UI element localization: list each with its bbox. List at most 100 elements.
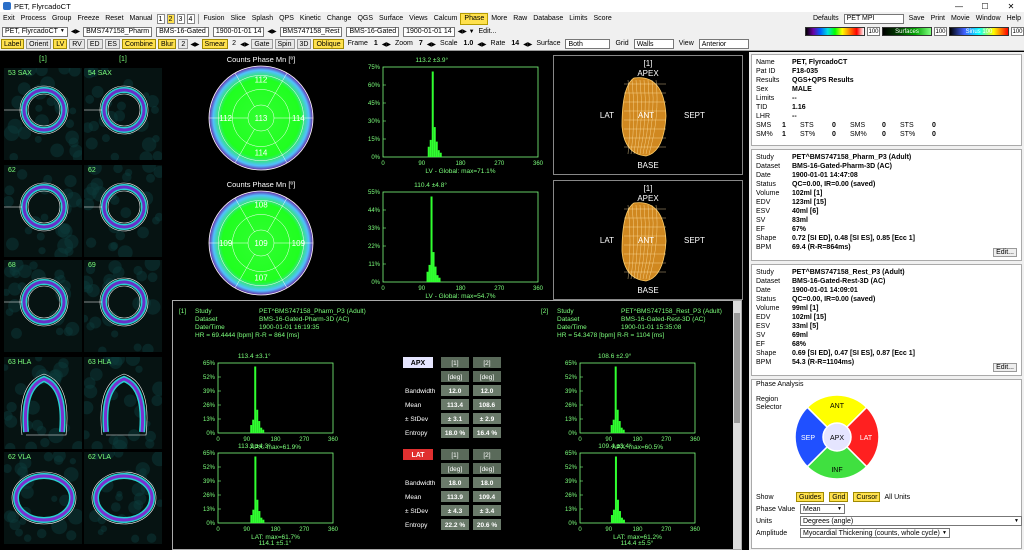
colorbar-1-value[interactable]: 100 [867,27,880,36]
layout-4-button[interactable]: 4 [187,14,195,24]
defaults-combo[interactable]: PET MPI [844,14,904,24]
toggle-lv[interactable]: LV [53,39,67,49]
arrows-icon[interactable]: ◀▶ [267,28,276,35]
spin-button[interactable]: Spin [275,39,295,49]
menu-qps[interactable]: QPS [276,13,297,25]
3d-view-2[interactable]: [1] APEX LAT ANT SEPT BASE [553,180,743,300]
polar-map-1[interactable]: 113 112 112 114 114 [196,55,326,175]
menu-database[interactable]: Database [530,13,566,25]
close-button[interactable]: ✕ [998,0,1024,12]
edit-study1-button[interactable]: Edit... [993,248,1017,257]
colorbar-2-value[interactable]: 100 [934,27,947,36]
surface-combo[interactable]: Both [565,39,610,49]
toggle-ed[interactable]: ED [87,39,103,49]
arrows-icon[interactable]: ◀▶ [382,41,391,48]
phase-value-combo[interactable]: Mean ▼ [800,504,845,514]
dataset2-combo[interactable]: BMS-16-Gated [346,27,399,37]
menu-reset[interactable]: Reset [102,13,126,25]
colorbar-2[interactable]: Surfaces [882,27,932,36]
arrows-icon[interactable]: ◀▶ [427,41,436,48]
menu-help[interactable]: Help [1004,13,1024,25]
slice-image[interactable]: 53 SAX [4,68,82,160]
arrows-icon[interactable]: ◀▶ [240,41,249,48]
toggle-es[interactable]: ES [105,39,120,49]
maximize-button[interactable]: ☐ [972,0,998,12]
study1-combo[interactable]: BMS747158_Pharm [83,27,152,37]
layout-3-button[interactable]: 3 [177,14,185,24]
menu-exit[interactable]: Exit [0,13,18,25]
grid-combo[interactable]: Walls [634,39,674,49]
menu-process[interactable]: Process [18,13,49,25]
menu-slice[interactable]: Slice [228,13,249,25]
menu-change[interactable]: Change [324,13,355,25]
patient-combo[interactable]: PET, FlyrcadoCT ▼ [2,27,68,37]
toggle-2[interactable]: 2 [178,39,188,49]
toggle-label[interactable]: Label [1,39,24,49]
menu-splash[interactable]: Splash [249,13,276,25]
region-selector-wheel[interactable]: ANT LAT INF SEP APX [792,392,882,482]
3d-button[interactable]: 3D [297,39,312,49]
toggle-blur[interactable]: Blur [158,39,176,49]
slice-image[interactable]: 62 VLA [4,452,82,544]
slice-image[interactable]: 63 HLA [84,357,162,449]
view-combo[interactable]: Anterior [699,39,749,49]
colorbar-3-value[interactable]: 100 [1011,27,1024,36]
arrows-icon[interactable]: ◀▶ [477,41,486,48]
toggle-orient[interactable]: Orient [26,39,51,49]
slice-image[interactable]: 69 [84,260,162,352]
menu-save[interactable]: Save [906,13,928,25]
menu-raw[interactable]: Raw [510,13,530,25]
colorbar-1[interactable] [805,27,865,36]
polar-map-2[interactable]: 109 108 109 109 107 [196,180,326,300]
arrows-icon[interactable]: ◀▶ [190,41,199,48]
edit-study2-button[interactable]: Edit... [993,363,1017,372]
menu-freeze[interactable]: Freeze [74,13,102,25]
date2-combo[interactable]: 1900-01-01 14 [403,27,455,37]
date1-combo[interactable]: 1900-01-01 14 [213,27,265,37]
menu-limits[interactable]: Limits [566,13,590,25]
show-cursor-button[interactable]: Cursor [853,492,880,502]
smear-button[interactable]: Smear [202,39,229,49]
gate-button[interactable]: Gate [251,39,272,49]
menu-movie[interactable]: Movie [948,13,973,25]
units-combo[interactable]: Degrees (angle) ▼ [800,516,1022,526]
menu-print[interactable]: Print [928,13,948,25]
menu-surface[interactable]: Surface [376,13,406,25]
show-guides-button[interactable]: Guides [796,492,824,502]
arrows-icon[interactable]: ◀▶ [523,41,532,48]
oblique-button[interactable]: Oblique [313,39,343,49]
arrow-left-icon[interactable]: ◀▶ [71,28,80,35]
menu-kinetic[interactable]: Kinetic [297,13,324,25]
minimize-button[interactable]: — [946,0,972,12]
slice-image[interactable]: 62 [4,165,82,257]
toggle-rv[interactable]: RV [69,39,85,49]
menu-views[interactable]: Views [406,13,431,25]
3d-view-1[interactable]: [1] APEX LAT ANT SEPT BASE [553,55,743,175]
menu-phase[interactable]: Phase [460,13,488,25]
show-grid-button[interactable]: Grid [829,492,848,502]
colorbar-3[interactable]: Sinus 100 [949,27,1009,36]
layout-2-button[interactable]: 2 [167,14,175,24]
slice-image[interactable]: 62 [84,165,162,257]
vertical-scrollbar[interactable] [733,301,741,549]
slice-image[interactable]: 62 VLA [84,452,162,544]
toggle-combine[interactable]: Combine [122,39,156,49]
edit-link[interactable]: Edit... [479,28,497,35]
arrows2-icon[interactable]: ◀▶ ▼ [458,28,475,35]
slice-image[interactable]: 54 SAX [84,68,162,160]
menu-more[interactable]: More [488,13,510,25]
amplitude-combo[interactable]: Myocardial Thickening (counts, whole cyc… [800,528,950,538]
menu-calcum[interactable]: Calcum [431,13,461,25]
menu-manual[interactable]: Manual [127,13,156,25]
slice-image[interactable]: 68 [4,260,82,352]
menu-qgs[interactable]: QGS [354,13,376,25]
menu-fusion[interactable]: Fusion [201,13,228,25]
study2-combo[interactable]: BMS747158_Rest [280,27,343,37]
layout-1-button[interactable]: 1 [157,14,165,24]
menu-group[interactable]: Group [49,13,74,25]
slice-image[interactable]: 63 HLA [4,357,82,449]
dataset1-combo[interactable]: BMS-16-Gated [156,27,209,37]
menu-score[interactable]: Score [591,13,615,25]
menu-window[interactable]: Window [973,13,1004,25]
sms-row: SM% 1 ST% 0 SM% 0 ST% 0 [752,130,1021,139]
